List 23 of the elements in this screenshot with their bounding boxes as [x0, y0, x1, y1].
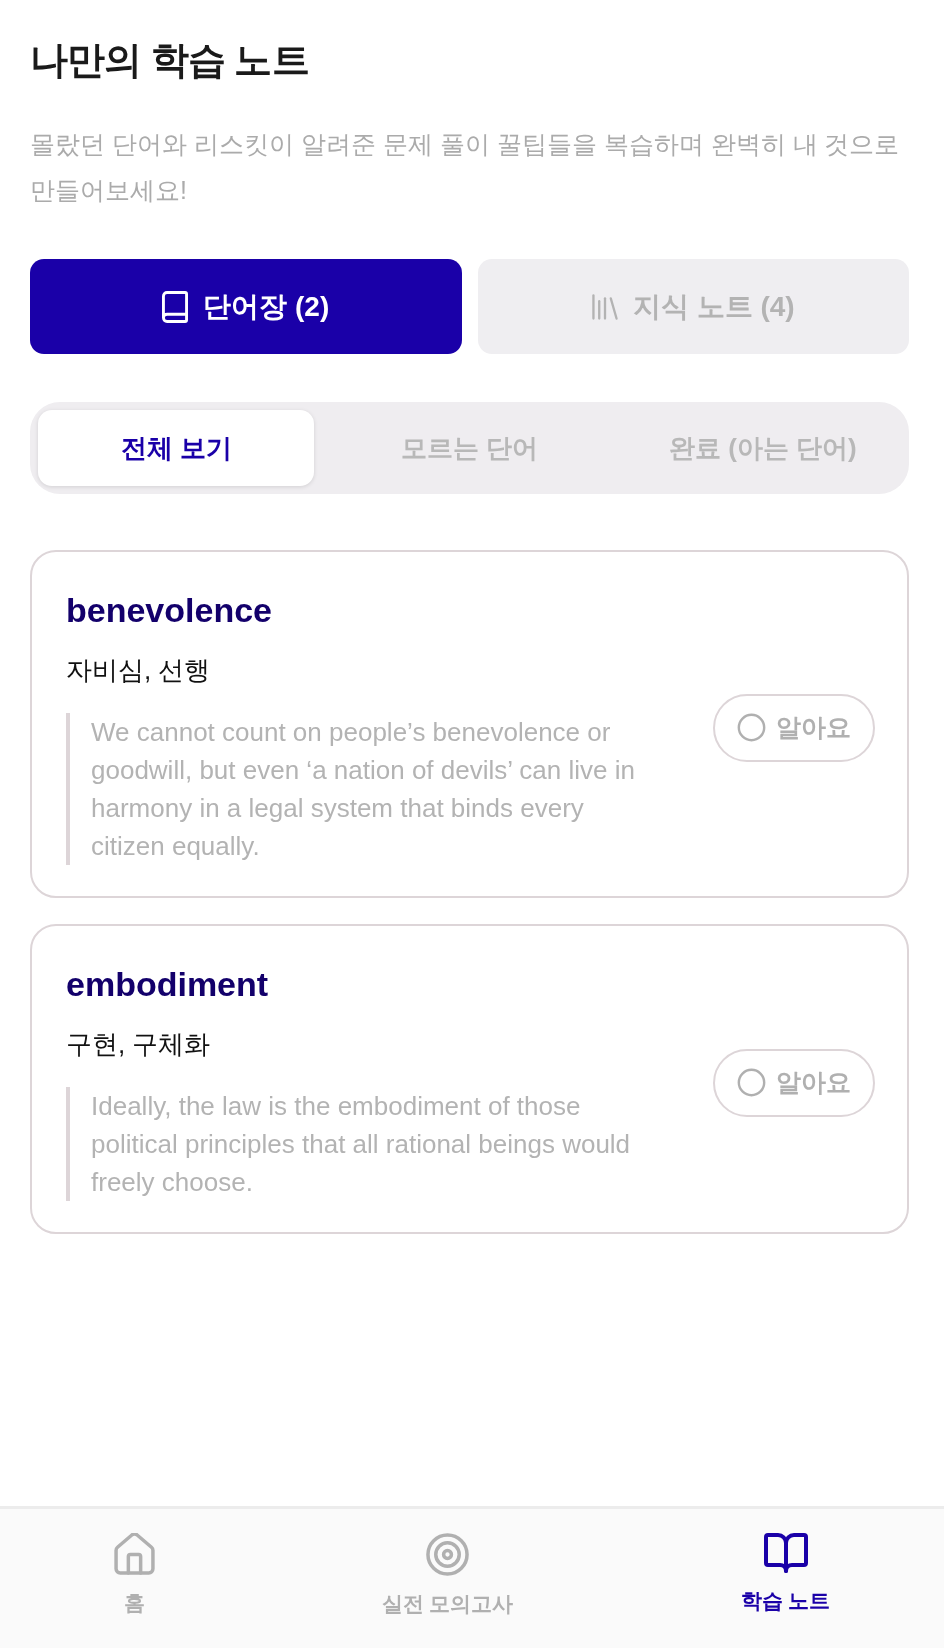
category-tab[interactable]: 단어장 (2) — [30, 259, 462, 354]
open-book-icon — [763, 1533, 808, 1573]
page-description: 몰랐던 단어와 리스킷이 알려준 문제 풀이 꿀팁들을 복습하며 완벽히 내 것으로 만들어보세요! — [30, 129, 901, 206]
filter-tab[interactable]: 완료 (아는 단어) — [624, 410, 901, 486]
know-button[interactable]: 알아요 — [713, 1048, 875, 1117]
page-title: 나만의 학습 노트 — [30, 38, 310, 83]
know-button[interactable]: 알아요 — [713, 693, 875, 762]
filter-tab[interactable]: 전체 보기 — [38, 410, 315, 486]
example-sentence: Ideally, the law is the embodiment of those political principles that all rational beings would freely choose. — [66, 1087, 683, 1201]
word-meaning: 자비심, 선행 — [66, 654, 212, 687]
target-icon — [426, 1533, 470, 1576]
nav-tab[interactable]: 학습 노트 — [740, 1533, 831, 1616]
home-icon — [113, 1533, 155, 1575]
library-icon — [591, 293, 618, 320]
nav-tab[interactable]: 홈 — [113, 1533, 155, 1618]
filter-tab[interactable]: 모르는 단어 — [331, 410, 608, 486]
book-icon — [162, 290, 189, 323]
word-title: embodiment — [66, 964, 270, 1004]
nav-tab[interactable]: 실전 모의고사 — [381, 1533, 514, 1619]
word-meaning: 구현, 구체화 — [66, 1028, 212, 1061]
category-tab[interactable]: 지식 노트 (4) — [477, 259, 909, 354]
example-sentence: We cannot count on people’s benevolence or goodwill, but even ‘a nation of devils’ can live in harmony in a legal system that binds every citizen equally. — [66, 713, 683, 865]
word-title: benevolence — [66, 590, 273, 630]
